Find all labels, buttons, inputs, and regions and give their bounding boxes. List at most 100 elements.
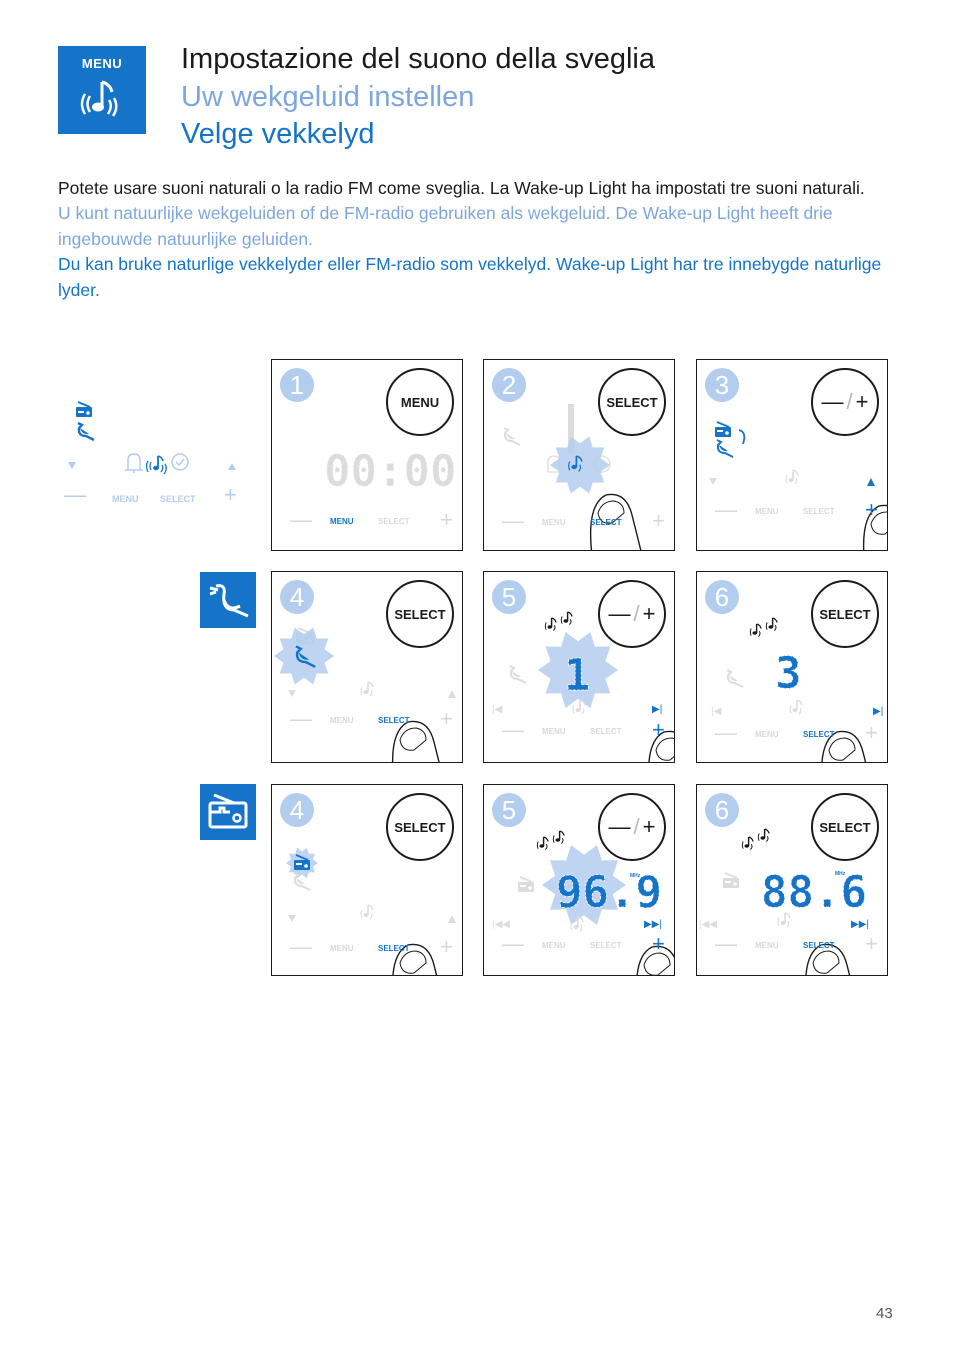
menu-control[interactable]: MENU	[330, 716, 354, 725]
step-number: 2	[492, 368, 526, 402]
menu-button[interactable]: MENU	[386, 368, 454, 436]
select-control[interactable]: SELECT	[378, 716, 410, 725]
lcd-display: 3	[775, 648, 802, 699]
minus-control[interactable]: —	[715, 931, 737, 957]
menu-control[interactable]: MENU	[542, 941, 566, 950]
minus-control[interactable]: —	[502, 717, 524, 743]
bird-icon	[726, 669, 744, 688]
menu-badge-label: MENU	[81, 56, 123, 71]
step-panel-7: 4 SELECT — MENU SELECT +	[271, 784, 463, 976]
sound-note-icon	[560, 611, 573, 625]
plus-glyph: +	[642, 814, 656, 839]
step-number: 3	[705, 368, 739, 402]
plus-control[interactable]: +	[865, 720, 878, 746]
select-control[interactable]: SELECT	[803, 730, 835, 739]
minus-control[interactable]: —	[290, 934, 312, 960]
nature-sound-badge	[200, 572, 256, 628]
select-control[interactable]: SELECT	[378, 517, 410, 526]
legend-select: SELECT	[160, 494, 196, 504]
radio-icon	[76, 401, 92, 417]
plus-minus-button[interactable]: — / +	[598, 793, 666, 861]
intro-dutch: U kunt natuurlijke wekgeluiden of de FM-…	[58, 203, 833, 249]
rewind-icon: |◀◀	[699, 919, 717, 930]
radio-icon	[518, 876, 534, 892]
slash-glyph: /	[633, 601, 640, 626]
clock-icon	[171, 453, 189, 471]
minus-control[interactable]: —	[290, 507, 312, 533]
sound-note-icon	[145, 455, 167, 475]
menu-control[interactable]: MENU	[330, 517, 354, 526]
step-panel-6: 3 |◀ ▶| 6 SELECT — MENU SELECT +	[696, 571, 888, 763]
down-arrow-icon	[68, 462, 76, 469]
lcd-display: 88.6	[761, 867, 867, 918]
bird-icon	[209, 584, 249, 618]
plus-glyph: +	[642, 601, 656, 626]
select-control[interactable]: SELECT	[590, 727, 622, 736]
sound-note-icon	[765, 617, 778, 631]
intro-italian: Potete usare suoni naturali o la radio F…	[58, 178, 865, 198]
sound-note-icon	[572, 699, 586, 715]
menu-control[interactable]: MENU	[330, 944, 354, 953]
title-italian: Impostazione del suono della sveglia	[181, 43, 655, 75]
sound-note-icon	[552, 830, 565, 844]
down-arrow-icon	[709, 478, 717, 485]
lcd-display: 1	[564, 650, 591, 701]
next-icon: ▶|	[873, 706, 883, 717]
plus-minus-button[interactable]: — / +	[598, 580, 666, 648]
minus-glyph: —	[608, 814, 631, 839]
select-control[interactable]: SELECT	[803, 507, 835, 516]
menu-control[interactable]: MENU	[755, 507, 779, 516]
plus-control[interactable]: +	[652, 508, 665, 534]
plus-control[interactable]: +	[440, 706, 453, 732]
step-panel-5: 1 |◀ ▶| 5 — / + — MENU SELECT +	[483, 571, 675, 763]
step-panel-4: 4 SELECT — MENU SELECT +	[271, 571, 463, 763]
menu-control[interactable]: MENU	[542, 727, 566, 736]
sound-note-icon	[360, 681, 374, 697]
intro-norwegian: Du kan bruke naturlige vekkelyder eller …	[58, 254, 882, 300]
step-panel-8: 96.9 MHz |◀◀ ▶▶| 5 — / + — MENU SELECT +	[483, 784, 675, 976]
previous-icon: |◀	[492, 704, 503, 715]
minus-control[interactable]: —	[290, 706, 312, 732]
previous-icon: |◀	[711, 706, 722, 717]
select-button[interactable]: SELECT	[598, 368, 666, 436]
menu-control[interactable]: MENU	[755, 730, 779, 739]
next-icon: ▶|	[652, 704, 662, 715]
minus-glyph: —	[821, 389, 844, 414]
plus-control[interactable]: +	[652, 931, 665, 957]
sound-note-icon	[785, 469, 799, 485]
legend-menu: MENU	[112, 494, 139, 504]
select-button[interactable]: SELECT	[811, 793, 879, 861]
step-number: 1	[280, 368, 314, 402]
menu-control[interactable]: MENU	[755, 941, 779, 950]
select-button[interactable]: SELECT	[811, 580, 879, 648]
minus-control[interactable]: —	[715, 720, 737, 746]
menu-control[interactable]: MENU	[542, 518, 566, 527]
plus-control[interactable]: +	[865, 497, 878, 523]
sound-note-icon	[536, 836, 549, 850]
select-button[interactable]: SELECT	[386, 793, 454, 861]
minus-control[interactable]: —	[715, 497, 737, 523]
sound-note-icon	[741, 836, 754, 850]
select-control[interactable]: SELECT	[590, 518, 622, 527]
minus-control[interactable]: —	[502, 931, 524, 957]
select-control[interactable]: SELECT	[378, 944, 410, 953]
up-arrow-icon	[228, 463, 236, 470]
plus-control[interactable]: +	[652, 717, 665, 743]
bird-icon	[77, 421, 95, 442]
plus-control[interactable]: +	[440, 934, 453, 960]
plus-minus-button[interactable]: — / +	[811, 368, 879, 436]
rewind-icon: |◀◀	[492, 919, 510, 930]
menu-badge: MENU	[58, 46, 146, 134]
sound-note-icon	[544, 617, 557, 631]
select-button[interactable]: SELECT	[386, 580, 454, 648]
select-control[interactable]: SELECT	[590, 941, 622, 950]
sound-note-icon	[757, 828, 770, 842]
step-number: 4	[280, 793, 314, 827]
bird-icon	[503, 427, 521, 446]
lcd-display: 00:00	[324, 446, 456, 497]
select-control[interactable]: SELECT	[803, 941, 835, 950]
plus-control[interactable]: +	[440, 507, 453, 533]
highlight-burst	[274, 627, 334, 685]
minus-control[interactable]: —	[502, 508, 524, 534]
plus-control[interactable]: +	[865, 931, 878, 957]
